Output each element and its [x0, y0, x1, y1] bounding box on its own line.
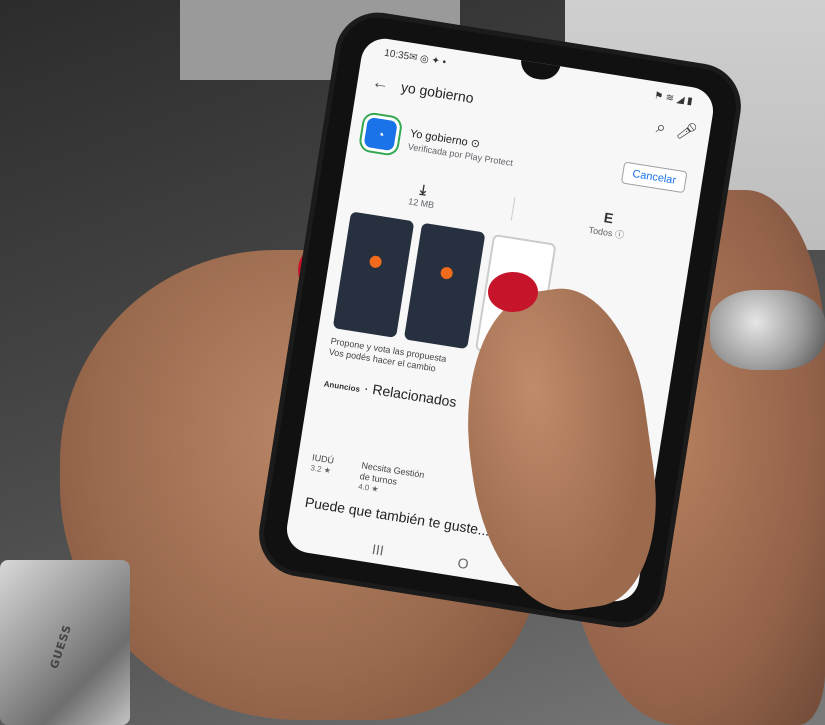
related-app[interactable]: IUDÚ 3.2 ★: [308, 452, 335, 486]
rating-letter: E: [602, 208, 615, 226]
download-size-label: 12 MB: [407, 195, 435, 210]
screenshot-1[interactable]: [332, 211, 415, 338]
status-system-icons: ⚑ ≋ ◢ ▮: [653, 89, 694, 107]
status-time: 10:35: [383, 47, 410, 62]
download-size: ⤓ 12 MB: [408, 179, 438, 210]
related-app[interactable]: Necsita Gestión de turnos 4.0 ★: [357, 460, 431, 502]
meta-divider: [510, 196, 516, 221]
ads-label: Anuncios: [323, 379, 361, 394]
app-logo-dot: [368, 254, 383, 269]
content-rating[interactable]: E Todos ⓘ: [588, 207, 628, 241]
right-thumb-nail: [488, 272, 538, 312]
download-icon: ⤓: [419, 180, 428, 198]
screenshot-2[interactable]: [403, 222, 486, 350]
app-logo-dot: [439, 266, 454, 280]
mic-icon[interactable]: 🎤︎: [672, 117, 702, 147]
related-section-title: · Relacionados: [362, 379, 458, 411]
arrow-left-icon[interactable]: ←: [366, 69, 396, 99]
cancel-button[interactable]: Cancelar: [620, 161, 688, 194]
app-icon[interactable]: ◔: [363, 116, 398, 152]
silver-ring: [710, 290, 825, 370]
rating-text: Todos ⓘ: [588, 224, 625, 240]
home-button[interactable]: O: [457, 554, 470, 572]
status-notification-icons: ✉ ◎ ✦ •: [408, 51, 447, 68]
recent-apps-button[interactable]: III: [371, 541, 385, 559]
